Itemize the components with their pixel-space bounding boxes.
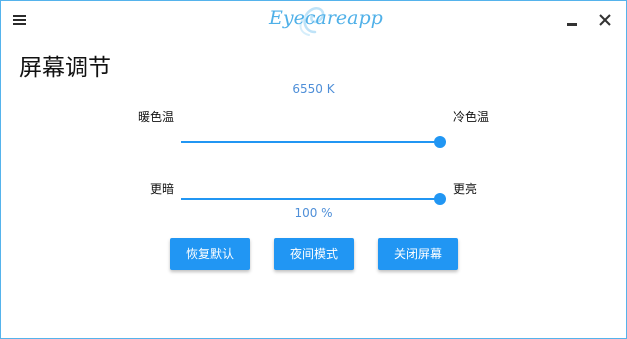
minimize-icon[interactable]	[563, 11, 581, 29]
color-temperature-slider[interactable]	[181, 136, 446, 148]
slider-thumb[interactable]	[434, 193, 446, 205]
darker-label: 更暗	[150, 182, 175, 196]
turn-off-screen-button[interactable]: 关闭屏幕	[378, 238, 458, 270]
slider-fill	[181, 198, 440, 200]
logo-text: Eyecareapp	[269, 7, 383, 29]
color-temperature-value: 6550 K	[292, 82, 335, 96]
restore-default-button[interactable]: 恢复默认	[170, 238, 250, 270]
slider-thumb[interactable]	[434, 136, 446, 148]
brightness-slider[interactable]	[181, 193, 446, 205]
night-mode-button[interactable]: 夜间模式	[274, 238, 354, 270]
title-bar: Eyecareapp	[1, 1, 626, 41]
close-icon[interactable]	[596, 11, 614, 29]
warm-temperature-label: 暖色温	[138, 110, 175, 124]
app-window: Eyecareapp 屏幕调节 6550 K 暖色温 冷色温 更暗 更亮 100…	[0, 0, 627, 339]
brightness-value: 100 %	[294, 206, 333, 220]
page-title: 屏幕调节	[19, 55, 111, 81]
hamburger-menu-icon[interactable]	[13, 14, 27, 26]
app-logo: Eyecareapp	[263, 2, 383, 36]
slider-fill	[181, 141, 440, 143]
brighter-label: 更亮	[453, 182, 478, 196]
cool-temperature-label: 冷色温	[453, 110, 490, 124]
